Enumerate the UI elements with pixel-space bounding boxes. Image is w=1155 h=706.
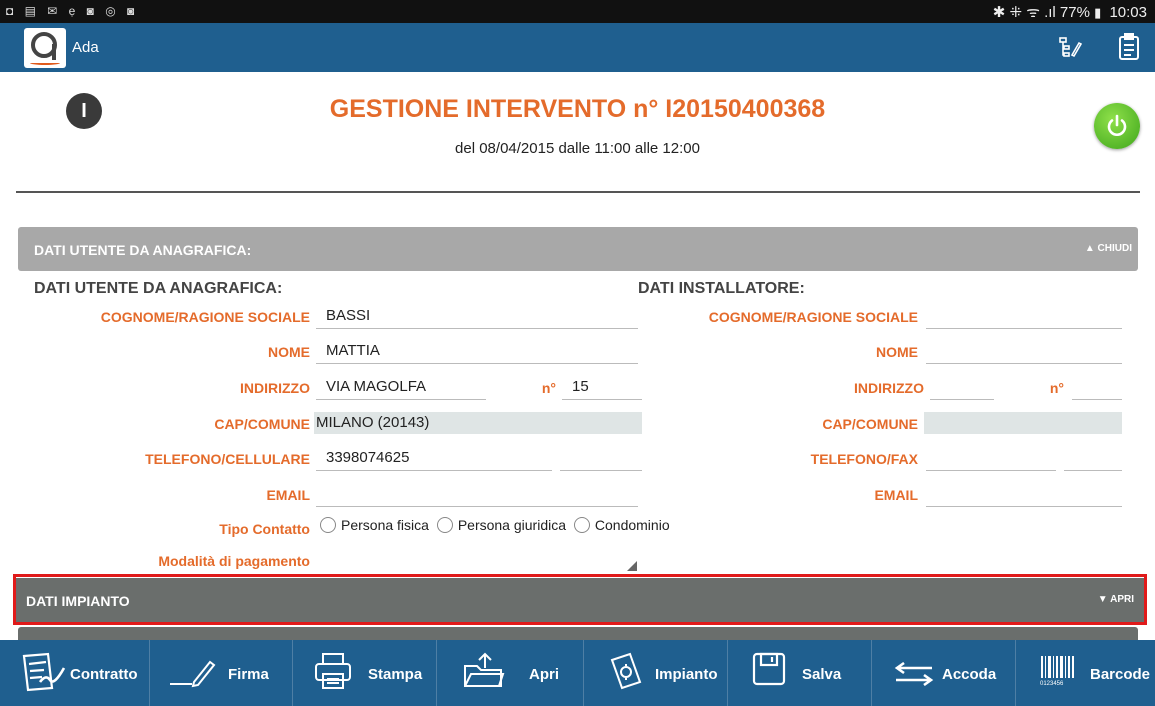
battery-level: 77% (1059, 4, 1090, 21)
email-field[interactable] (316, 483, 638, 507)
signal-icons: ✱ ⁜ ᯤ .ıl (992, 4, 1056, 21)
printer-icon (313, 652, 353, 696)
indirizzo-field[interactable]: VIA MAGOLFA (316, 376, 486, 400)
inst-cap-label: CAP/COMUNE (822, 416, 918, 432)
telefono-label: TELEFONO/CELLULARE (145, 451, 310, 467)
folder-open-icon (463, 652, 505, 694)
stampa-label: Stampa (368, 666, 423, 683)
resize-handle-icon[interactable] (627, 561, 637, 571)
pen-icon (170, 658, 216, 692)
cognome-label: COGNOME/RAGIONE SOCIALE (100, 309, 310, 325)
inst-numero-field[interactable] (1072, 376, 1122, 400)
clock: 10:03 (1109, 4, 1147, 21)
bottom-toolbar: Contratto Firma Stampa Apri Impianto Sal… (0, 640, 1155, 706)
collapse-toggle[interactable]: ▲ CHIUDI (1085, 243, 1132, 254)
inst-cognome-field[interactable] (926, 305, 1122, 329)
hierarchy-edit-icon[interactable] (1058, 35, 1083, 59)
cognome-field[interactable]: BASSI (316, 305, 638, 329)
inst-indirizzo-field[interactable] (930, 376, 994, 400)
next-section-header[interactable] (18, 627, 1138, 641)
app-logo-icon[interactable] (24, 28, 66, 68)
inst-telefono-field[interactable] (926, 447, 1056, 471)
contratto-label: Contratto (70, 666, 138, 683)
collapse-label: CHIUDI (1097, 243, 1132, 254)
contratto-button[interactable]: Contratto (0, 640, 150, 706)
stampa-button[interactable]: Stampa (293, 640, 437, 706)
cellulare-field[interactable] (560, 447, 642, 471)
apri-button[interactable]: Apri (437, 640, 584, 706)
indirizzo-label: INDIRIZZO (240, 380, 310, 396)
app-name: Ada (72, 39, 99, 56)
radio-condominio[interactable]: Condominio (573, 517, 670, 533)
inst-email-field[interactable] (926, 483, 1122, 507)
status-indicators: ✱ ⁜ ᯤ .ıl 77% ▮ 10:03 (993, 2, 1147, 22)
pagamento-label: Modalità di pagamento (158, 553, 310, 569)
status-bar: ◘ ▤ ✉ ẹ ◙ ◎ ◙ ✱ ⁜ ᯤ .ıl 77% ▮ 10:03 (0, 0, 1155, 23)
barcode-digits: 0123456 (1040, 681, 1064, 687)
inst-telefono-label: TELEFONO/FAX (810, 451, 918, 467)
contract-icon (20, 652, 68, 698)
header-divider (16, 191, 1140, 193)
inst-nome-field[interactable] (926, 340, 1122, 364)
barcode-label: Barcode (1090, 666, 1151, 683)
pagamento-field[interactable] (316, 549, 638, 571)
triangle-up-icon: ▲ (1084, 243, 1098, 254)
utente-heading: DATI UTENTE DA ANAGRAFICA: (34, 280, 283, 297)
numero-field[interactable]: 15 (562, 376, 642, 400)
page-subtitle: del 08/04/2015 dalle 11:00 alle 12:00 (455, 140, 700, 157)
inst-nome-label: NOME (876, 344, 918, 360)
save-icon (752, 652, 786, 690)
radio-persona-fisica[interactable]: Persona fisica (320, 517, 429, 533)
accoda-button[interactable]: Accoda (872, 640, 1016, 706)
salva-button[interactable]: Salva (728, 640, 872, 706)
section-anagrafica-label: DATI UTENTE DA ANAGRAFICA: (34, 242, 252, 258)
impianto-button[interactable]: Impianto (584, 640, 728, 706)
accoda-label: Accoda (942, 666, 997, 683)
nome-field[interactable]: MATTIA (316, 340, 638, 364)
swap-arrows-icon (892, 661, 936, 690)
cap-label: CAP/COMUNE (214, 416, 310, 432)
inst-fax-field[interactable] (1064, 447, 1122, 471)
power-icon[interactable] (1094, 103, 1140, 149)
nome-label: NOME (268, 344, 310, 360)
inst-cap-field[interactable] (924, 412, 1122, 434)
firma-label: Firma (228, 666, 269, 683)
notification-icons: ◘ ▤ ✉ ẹ ◙ ◎ ◙ (6, 4, 139, 18)
document-gear-icon (608, 652, 644, 696)
tipo-contatto-label: Tipo Contatto (219, 521, 310, 537)
radio-persona-giuridica[interactable]: Persona giuridica (436, 517, 566, 533)
cap-field[interactable]: MILANO (20143) (314, 412, 642, 434)
inst-indirizzo-label: INDIRIZZO (854, 380, 924, 396)
inst-cognome-label: COGNOME/RAGIONE SOCIALE (708, 309, 918, 325)
tipo-contatto-group: Persona fisica Persona giuridica Condomi… (320, 517, 674, 533)
battery-icon: ▮ (1094, 5, 1102, 20)
barcode-button[interactable]: 0123456 Barcode (1016, 640, 1155, 706)
clipboard-icon[interactable] (1118, 33, 1142, 60)
inst-numero-label: n° (1049, 380, 1064, 396)
apri-label: Apri (529, 666, 559, 683)
page-title: GESTIONE INTERVENTO n° I20150400368 (329, 95, 826, 123)
app-bar: Ada (0, 23, 1155, 72)
installatore-heading: DATI INSTALLATORE: (638, 280, 805, 297)
email-label: EMAIL (266, 487, 310, 503)
section-anagrafica-header[interactable]: DATI UTENTE DA ANAGRAFICA: ▲ CHIUDI (18, 227, 1138, 271)
salva-label: Salva (802, 666, 842, 683)
firma-button[interactable]: Firma (150, 640, 293, 706)
inst-email-label: EMAIL (874, 487, 918, 503)
impianto-label: Impianto (655, 666, 718, 683)
numero-label: n° (541, 380, 556, 396)
highlight-box (13, 574, 1147, 625)
telefono-field[interactable]: 3398074625 (316, 447, 552, 471)
